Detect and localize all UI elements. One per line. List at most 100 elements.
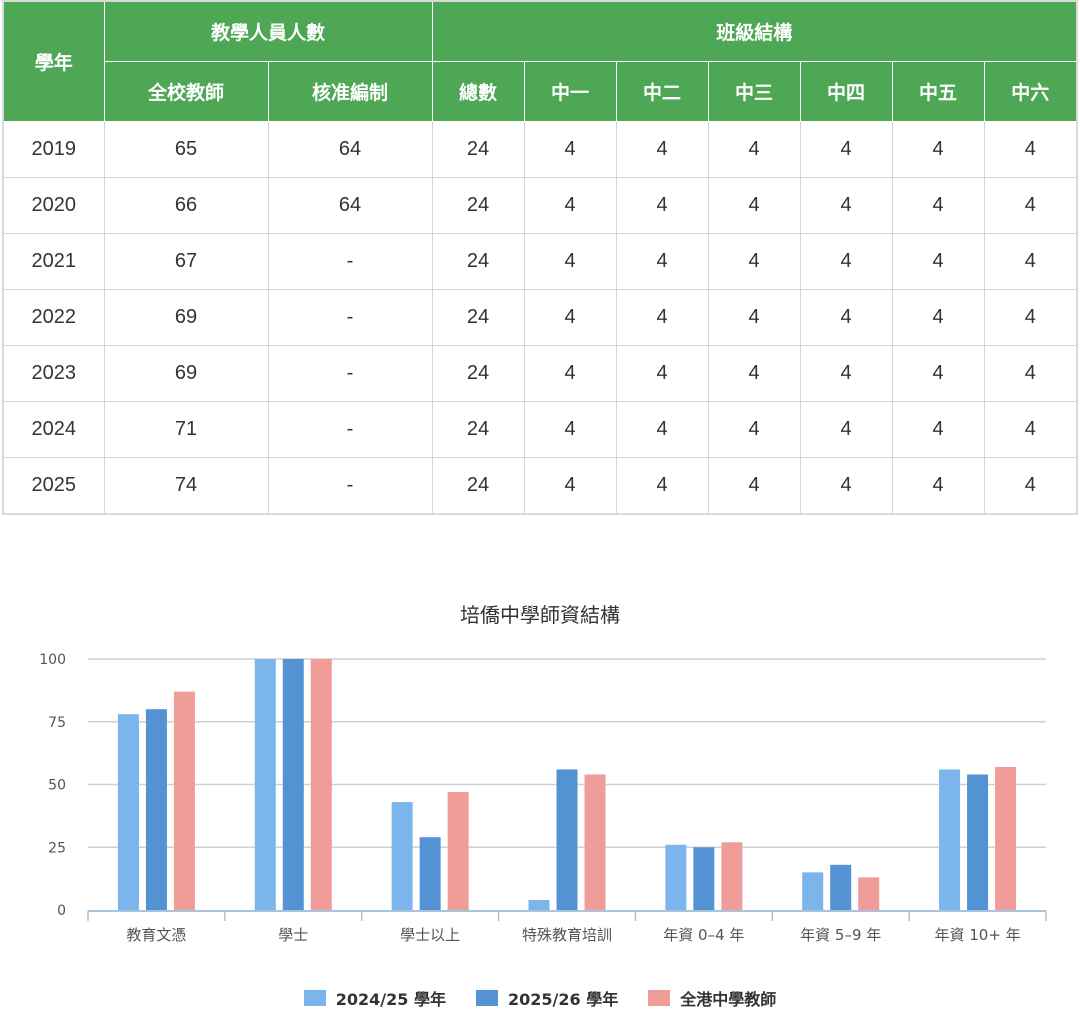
table-cell: 67	[103, 233, 269, 290]
staff-class-table: 學年 教學人員人數 班級結構 全校教師 核准編制 總數 中一 中二 中三 中四 …	[2, 0, 1079, 515]
table-cell: 4	[891, 457, 985, 515]
legend-label: 全港中學教師	[680, 990, 777, 1009]
table-cell: 4	[891, 177, 985, 234]
table-row: 2023 69-24 4 4 4 4 4 4	[2, 345, 1078, 402]
x-tick-label: 年資 5–9 年	[800, 926, 881, 944]
legend-label: 2024/25 學年	[335, 990, 446, 1009]
table-cell: 4	[983, 401, 1078, 458]
bar	[173, 691, 195, 910]
table-cell: 4	[983, 177, 1078, 234]
table-cell: 4	[799, 345, 893, 402]
table-row: 2019 65 64 24 4 4 4 4 4 4	[2, 121, 1078, 178]
table-cell: 4	[523, 401, 617, 458]
table-cell: 24	[431, 177, 525, 234]
table-cell: 69	[103, 345, 269, 402]
y-tick-label: 50	[48, 778, 66, 794]
header-year: 學年	[2, 0, 105, 122]
bar	[584, 774, 606, 910]
table-cell: 4	[615, 121, 709, 178]
bar	[721, 842, 743, 910]
x-tick-label: 年資 10+ 年	[934, 926, 1020, 944]
bar	[858, 877, 880, 910]
table-cell: 4	[707, 121, 801, 178]
y-tick-label: 0	[57, 903, 66, 919]
table-cell: 64	[267, 177, 433, 234]
table-cell: 4	[615, 233, 709, 290]
teacher-structure-chart: 培僑中學師資結構 0 25 50 75 100 教育文憑 學士 學士以上 特殊教育培訓 年資 0–4…	[39, 603, 1047, 944]
table-cell: 24	[431, 233, 525, 290]
header-s4: 中四	[799, 61, 893, 122]
table-cell: 4	[615, 345, 709, 402]
table-cell: -	[267, 345, 433, 402]
legend-swatch	[648, 990, 671, 1006]
table-cell: 24	[431, 289, 525, 346]
table-cell: 4	[523, 121, 617, 178]
legend-label: 2025/26 學年	[507, 990, 619, 1009]
legend-item[interactable]: 全港中學教師	[648, 986, 776, 1010]
bar	[310, 659, 332, 910]
bar	[556, 769, 578, 910]
table-row: 2021 67-24 4 4 4 4 4 4	[2, 233, 1078, 290]
legend-item[interactable]: 2024/25 學年	[303, 986, 446, 1010]
table-cell: 4	[799, 177, 893, 234]
table-cell: -	[267, 233, 433, 290]
table-cell-year: 2022	[2, 289, 105, 346]
header-class-group: 班級結構	[431, 0, 1078, 62]
x-tick-label: 學士以上	[400, 926, 460, 944]
table-cell: 66	[103, 177, 269, 234]
table-cell: 4	[799, 289, 893, 346]
header-s5: 中五	[891, 61, 985, 122]
table-cell: 65	[103, 121, 269, 178]
table-cell-year: 2019	[2, 121, 105, 178]
table-cell: 4	[799, 121, 893, 178]
header-s3: 中三	[707, 61, 801, 122]
legend-swatch	[303, 990, 326, 1006]
table-cell: 4	[615, 177, 709, 234]
table-cell: 74	[103, 457, 269, 515]
bar	[830, 864, 852, 910]
table-cell: 4	[615, 401, 709, 458]
bar	[254, 659, 276, 910]
table-cell: 24	[431, 121, 525, 178]
header-approved-establishment: 核准編制	[267, 61, 433, 122]
table-cell: 4	[799, 457, 893, 515]
header-s6: 中六	[983, 61, 1078, 122]
bar	[528, 899, 550, 910]
x-tick-label: 學士	[278, 926, 308, 944]
table-cell: 24	[431, 345, 525, 402]
bar	[447, 792, 469, 910]
bar	[939, 769, 961, 910]
table-cell: 4	[891, 289, 985, 346]
bar	[419, 837, 441, 910]
y-tick-label: 25	[48, 840, 66, 856]
table-row: 2020 66 64 24 4 4 4 4 4 4	[2, 177, 1078, 234]
table-cell: 4	[523, 289, 617, 346]
x-tick-label: 年資 0–4 年	[663, 926, 744, 944]
bar	[995, 766, 1017, 910]
table-cell: 4	[523, 233, 617, 290]
table-cell: 4	[707, 401, 801, 458]
bar	[802, 872, 824, 910]
table-cell: 4	[707, 233, 801, 290]
table-cell: 4	[983, 457, 1078, 515]
bar	[145, 709, 167, 910]
bar	[665, 844, 687, 910]
table-cell: 4	[983, 233, 1078, 290]
chart-title: 培僑中學師資結構	[460, 603, 620, 627]
header-s1: 中一	[523, 61, 617, 122]
table-cell: 4	[707, 345, 801, 402]
chart-legend: 2024/25 學年 2025/26 學年 全港中學教師	[0, 984, 1080, 1012]
table-cell: 71	[103, 401, 269, 458]
legend-item[interactable]: 2025/26 學年	[475, 986, 619, 1010]
bar	[391, 802, 413, 910]
table-cell-year: 2023	[2, 345, 105, 402]
bar	[967, 774, 989, 910]
header-s2: 中二	[615, 61, 709, 122]
table-cell: 4	[707, 289, 801, 346]
table-cell: 4	[983, 345, 1078, 402]
table-cell: 24	[431, 401, 525, 458]
table-cell: 4	[799, 233, 893, 290]
table-cell: -	[267, 289, 433, 346]
bar	[117, 714, 139, 910]
table-row: 2022 69-24 4 4 4 4 4 4	[2, 289, 1078, 346]
